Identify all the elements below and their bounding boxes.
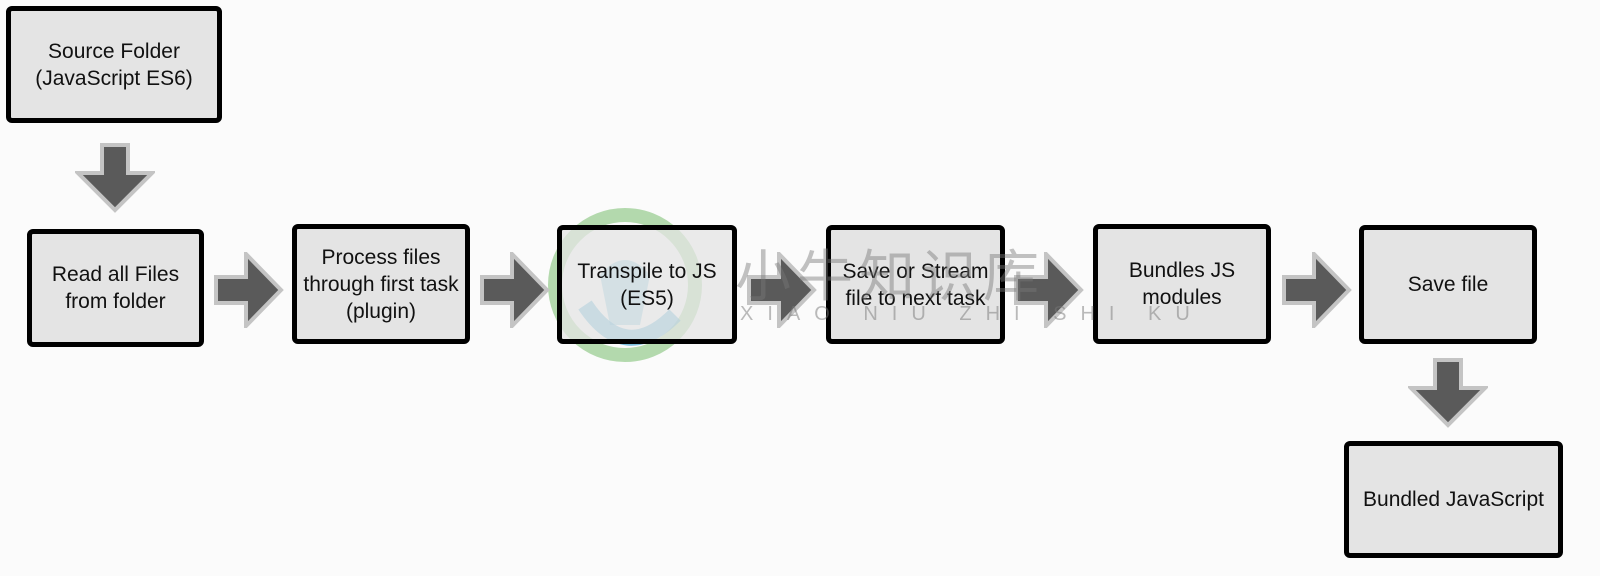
watermark-text: 小牛知识库 — [735, 245, 1045, 308]
node-bundles-modules: Bundles JS modules — [1093, 224, 1271, 344]
arrow-down-icon — [1408, 358, 1488, 428]
arrow-right-icon — [480, 252, 550, 328]
node-process-files: Process files through first task (plugin… — [292, 224, 470, 344]
node-bundled-javascript: Bundled JavaScript — [1344, 441, 1563, 558]
arrow-right-icon — [214, 252, 284, 328]
node-transpile: Transpile to JS (ES5) — [557, 225, 737, 344]
watermark-subtext: XIAO NIU ZHI SHI KU — [740, 303, 1204, 325]
node-save-file: Save file — [1359, 225, 1537, 344]
arrow-down-icon — [75, 143, 155, 213]
node-source-folder: Source Folder (JavaScript ES6) — [6, 6, 222, 123]
node-read-files: Read all Files from folder — [27, 229, 204, 347]
arrow-right-icon — [1282, 252, 1352, 328]
